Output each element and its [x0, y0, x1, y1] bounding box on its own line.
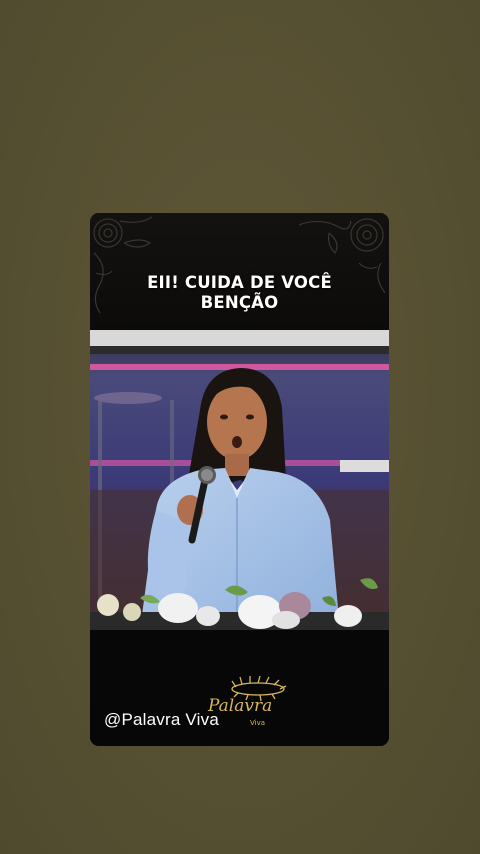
video-frame[interactable] — [90, 330, 389, 630]
crown-of-thorns-icon: Palavra Viva — [207, 675, 287, 727]
post-card[interactable]: EII! CUIDA DE VOCÊ BENÇÃO @Palavra Viva … — [90, 213, 389, 746]
logo-script-text: Palavra — [207, 696, 272, 716]
headline-line-1: EII! CUIDA DE VOCÊ — [147, 273, 332, 292]
headline: EII! CUIDA DE VOCÊ BENÇÃO — [90, 273, 389, 313]
cymbal — [94, 392, 162, 404]
headline-line-2: BENÇÃO — [200, 293, 279, 312]
stage-truss — [90, 330, 389, 346]
speaker-scene — [90, 330, 389, 630]
palavra-viva-logo: Palavra Viva — [200, 673, 300, 733]
story-background: EII! CUIDA DE VOCÊ BENÇÃO @Palavra Viva … — [0, 0, 480, 854]
logo-sub-text: Viva — [250, 719, 265, 727]
header-band: EII! CUIDA DE VOCÊ BENÇÃO — [90, 213, 389, 330]
